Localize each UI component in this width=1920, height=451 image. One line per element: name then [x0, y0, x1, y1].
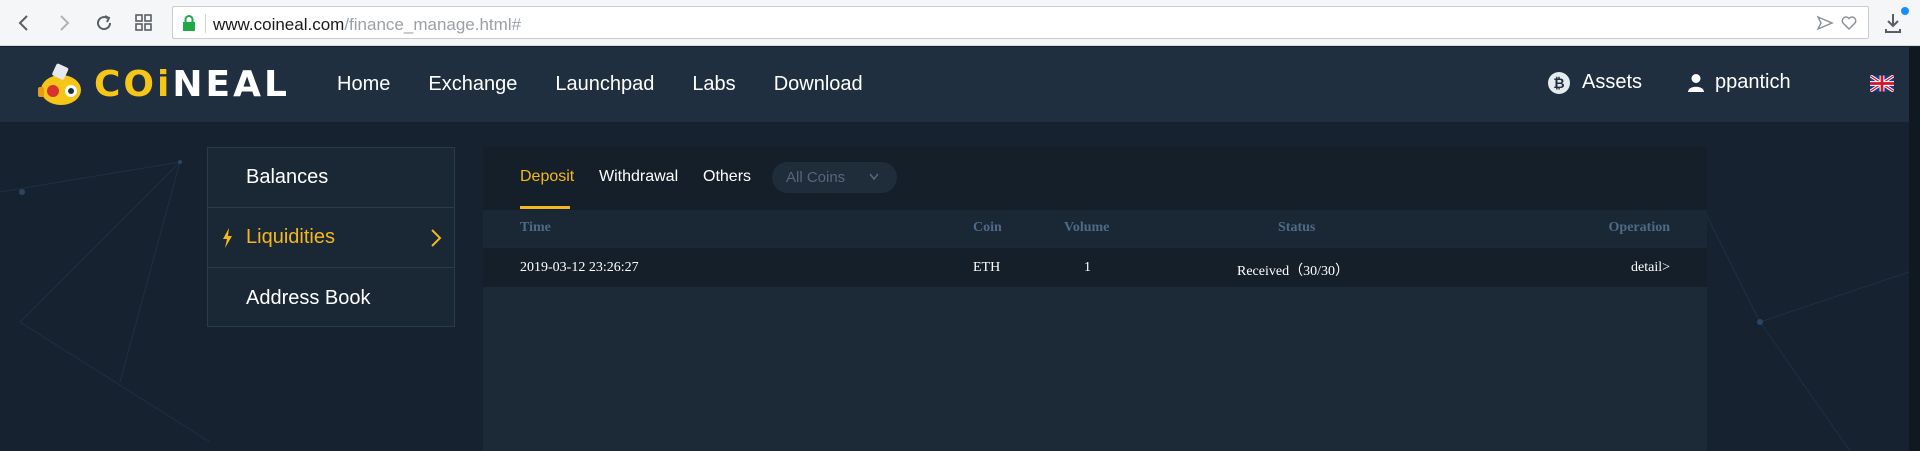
cell-volume: 1	[1084, 260, 1091, 275]
nav-labs[interactable]: Labs	[692, 73, 735, 96]
user-icon	[1688, 73, 1704, 92]
lock-icon	[183, 15, 195, 31]
reload-icon[interactable]	[90, 9, 118, 37]
sidebar-item-label: Liquidities	[246, 226, 335, 248]
robot-logo-icon	[38, 63, 81, 105]
chevron-right-icon	[431, 229, 442, 247]
column-header-time: Time	[520, 220, 551, 235]
coin-select-value: All Coins	[786, 169, 846, 186]
browser-toolbar: www.coineal.com/finance_manage.html#	[0, 0, 1920, 46]
page-scrollbar[interactable]	[1909, 47, 1920, 451]
tab-withdrawal[interactable]: Withdrawal	[599, 168, 678, 186]
url-text: www.coineal.com/finance_manage.html#	[213, 15, 522, 34]
download-icon[interactable]	[1880, 7, 1910, 38]
column-header-coin: Coin	[973, 220, 1002, 235]
sidebar-item-label: Balances	[246, 166, 329, 188]
finance-sidebar: Balances Liquidities Address Book	[207, 147, 455, 327]
user-menu[interactable]: ppantich	[1687, 71, 1791, 94]
main-nav: Home Exchange Launchpad Labs Download	[337, 47, 863, 122]
lightning-icon	[223, 228, 232, 248]
cell-time: 2019-03-12 23:26:27	[520, 260, 639, 275]
column-header-status: Status	[1278, 220, 1316, 235]
nav-home[interactable]: Home	[337, 73, 390, 96]
uk-flag-icon[interactable]	[1870, 75, 1894, 92]
cell-coin: ETH	[973, 260, 1001, 275]
logo-wordmark: COiNEAL	[94, 63, 290, 105]
address-bar[interactable]: www.coineal.com/finance_manage.html#	[172, 6, 1869, 39]
coineal-logo[interactable]: COiNEAL	[34, 59, 290, 109]
nav-launchpad[interactable]: Launchpad	[555, 73, 654, 96]
sidebar-item-label: Address Book	[246, 286, 371, 309]
column-header-operation: Operation	[1608, 220, 1670, 235]
tabs-bar: Deposit Withdrawal Others All Coins	[483, 147, 1707, 210]
heart-icon[interactable]	[1840, 14, 1858, 32]
username: ppantich	[1715, 71, 1791, 93]
download-badge	[1901, 7, 1909, 15]
apps-grid-icon[interactable]	[130, 9, 158, 37]
assets-label: Assets	[1582, 71, 1643, 93]
nav-download[interactable]: Download	[774, 73, 863, 96]
table-header: Time Coin Volume Status Operation	[483, 210, 1707, 247]
tab-deposit[interactable]: Deposit	[520, 168, 574, 186]
send-icon[interactable]	[1816, 14, 1834, 32]
chevron-down-icon	[869, 173, 879, 181]
records-panel: Deposit Withdrawal Others All Coins Time…	[483, 147, 1707, 451]
forward-icon[interactable]	[50, 9, 78, 37]
back-icon[interactable]	[10, 9, 38, 37]
sidebar-item-address-book[interactable]: Address Book	[208, 268, 454, 328]
tab-others[interactable]: Others	[703, 168, 751, 186]
bitcoin-icon: ₿	[1548, 71, 1570, 94]
assets-button[interactable]: ₿ Assets	[1548, 71, 1642, 94]
nav-exchange[interactable]: Exchange	[428, 73, 517, 96]
site-header: COiNEAL Home Exchange Launchpad Labs Dow…	[0, 47, 1920, 122]
table-row: 2019-03-12 23:26:27 ETH 1 Received（30/30…	[483, 248, 1707, 287]
cell-status: Received（30/30）	[1237, 264, 1349, 279]
coin-filter-select[interactable]: All Coins	[772, 162, 897, 193]
sidebar-item-balances[interactable]: Balances	[208, 148, 454, 208]
url-divider	[205, 14, 206, 33]
detail-link[interactable]: detail>	[1631, 260, 1670, 276]
active-tab-indicator	[520, 206, 570, 209]
sidebar-item-liquidities[interactable]: Liquidities	[208, 208, 454, 268]
column-header-volume: Volume	[1064, 220, 1110, 235]
